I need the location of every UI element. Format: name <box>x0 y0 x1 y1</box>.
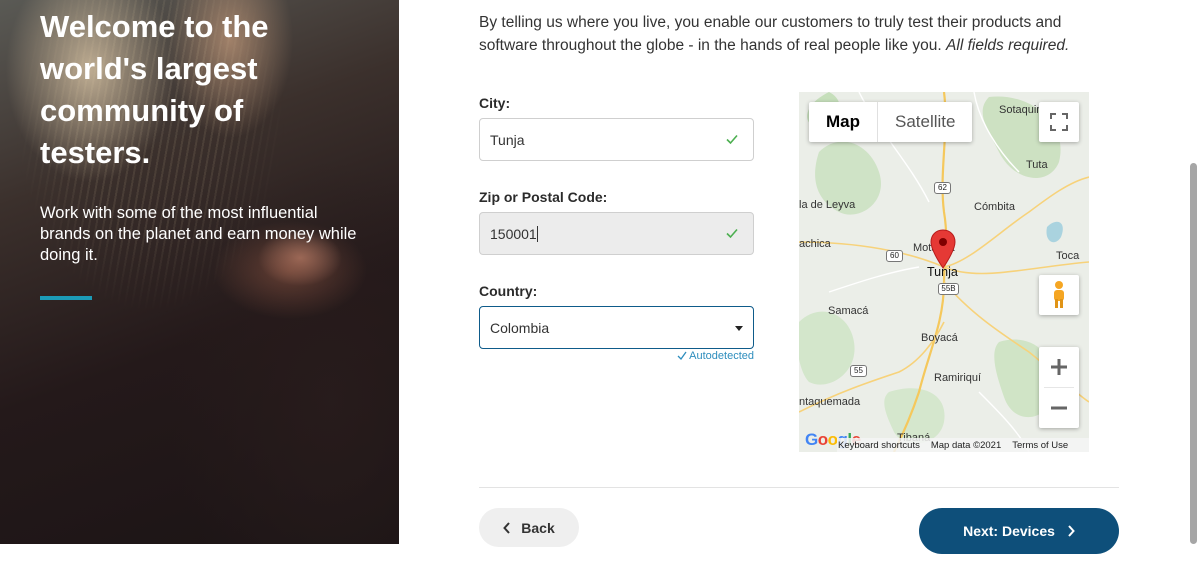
zip-value: 150001 <box>490 225 537 242</box>
location-map[interactable]: Sotaquirá Tuta Cómbita la de Leyva achic… <box>799 92 1089 452</box>
hero-title: Welcome to the world's largest community… <box>40 9 269 170</box>
map-place: Samacá <box>828 305 869 317</box>
map-place: Boyacá <box>921 332 958 344</box>
required-note: All fields required. <box>946 37 1070 54</box>
chevron-down-icon <box>735 326 743 331</box>
map-pin-icon[interactable] <box>930 229 956 269</box>
fullscreen-button[interactable] <box>1039 102 1079 142</box>
map-place: Cómbita <box>974 201 1015 213</box>
map-type-tabs: Map Satellite <box>809 102 973 142</box>
zoom-in-icon <box>1051 359 1067 375</box>
next-label: Next: Devices <box>963 523 1055 539</box>
city-value: Tunja <box>490 131 525 148</box>
route-shield: 60 <box>886 250 903 262</box>
country-select[interactable]: Colombia <box>479 306 754 349</box>
country-label: Country: <box>479 283 538 299</box>
map-place: Toca <box>1056 250 1080 262</box>
map-data-label: Map data ©2021 <box>930 439 1002 451</box>
route-shield: 55 <box>850 365 867 377</box>
next-devices-button[interactable]: Next: Devices <box>919 508 1119 554</box>
terms-link[interactable]: Terms of Use <box>1012 440 1068 451</box>
map-place: ntaquemada <box>799 396 861 408</box>
zip-label: Zip or Postal Code: <box>479 189 608 205</box>
tab-map[interactable]: Map <box>809 102 878 142</box>
chevron-right-icon <box>1068 525 1075 537</box>
pegman-icon <box>1054 281 1064 308</box>
city-input[interactable]: Tunja <box>479 118 754 161</box>
autodetected-label: Autodetected <box>689 350 754 362</box>
map-place: Tuta <box>1026 159 1048 171</box>
street-view-button[interactable] <box>1039 275 1079 315</box>
intro-text: By telling us where you live, you enable… <box>479 11 1109 57</box>
zoom-out-button[interactable] <box>1039 388 1079 428</box>
route-shield: 62 <box>934 182 951 194</box>
keyboard-shortcuts-link[interactable]: Keyboard shortcuts <box>838 440 920 451</box>
check-icon <box>726 134 738 145</box>
map-place: Ramiriquí <box>934 372 982 384</box>
zoom-out-icon <box>1051 406 1067 410</box>
hero-accent-rule <box>40 296 92 300</box>
map-place: achica <box>799 238 831 250</box>
map-attribution: Keyboard shortcuts Map data ©2021 Terms … <box>837 438 1089 452</box>
city-label: City: <box>479 95 511 111</box>
zoom-controls <box>1039 347 1079 428</box>
divider <box>479 487 1119 488</box>
route-shield: 55B <box>938 283 959 295</box>
page-scrollbar[interactable] <box>1190 163 1197 544</box>
zoom-in-button[interactable] <box>1039 347 1079 387</box>
check-icon <box>677 351 687 361</box>
fullscreen-icon <box>1050 113 1068 131</box>
hero-subtitle: Work with some of the most influential b… <box>40 204 357 264</box>
autodetected-note: Autodetected <box>600 350 754 362</box>
text-cursor <box>536 225 538 242</box>
check-icon <box>726 228 738 239</box>
back-button[interactable]: Back <box>479 508 579 547</box>
hero-panel: Welcome to the world's largest community… <box>0 0 399 544</box>
chevron-left-icon <box>503 521 511 534</box>
back-label: Back <box>521 519 555 536</box>
tab-satellite[interactable]: Satellite <box>878 102 972 142</box>
map-place: la de Leyva <box>799 199 856 211</box>
country-value: Colombia <box>490 319 550 336</box>
zip-input[interactable]: 150001 <box>479 212 754 255</box>
